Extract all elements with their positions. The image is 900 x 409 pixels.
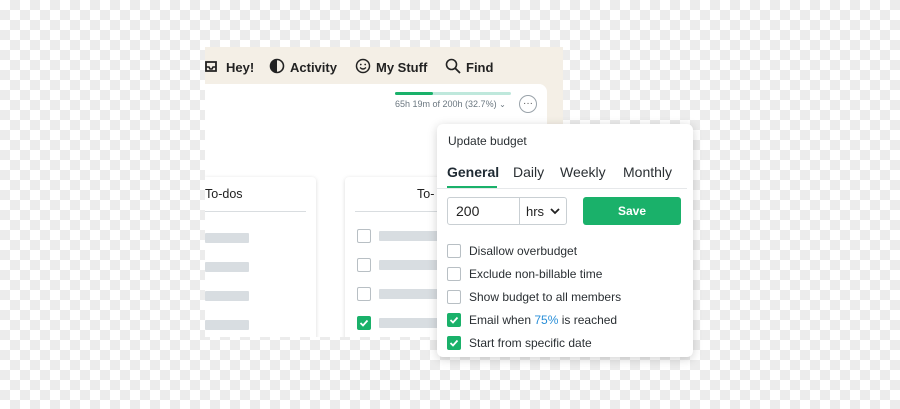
checkbox-checked[interactable] [447, 336, 461, 350]
todo-placeholder [379, 318, 439, 328]
top-nav: Hey! Activity My Stuff Find [205, 47, 563, 85]
option-label: Show budget to all members [469, 290, 622, 304]
todo-list-title: To-dos [205, 177, 306, 212]
budget-unit-select[interactable]: hrs [519, 197, 567, 225]
option-show-budget-members[interactable]: Show budget to all members [447, 290, 621, 304]
budget-tabs: General Daily Weekly Monthly [437, 158, 687, 188]
todo-placeholder [379, 289, 439, 299]
ellipsis-icon: ··· [523, 98, 533, 109]
todo-list-left: To-dos [205, 177, 316, 337]
save-button[interactable]: Save [583, 197, 681, 225]
update-budget-popover: Update budget General Daily Weekly Month… [437, 124, 693, 357]
checkbox[interactable] [357, 258, 371, 272]
checkbox[interactable] [447, 290, 461, 304]
list-item [205, 262, 249, 272]
table-row [357, 229, 439, 243]
option-label: Start from specific date [469, 336, 592, 350]
option-exclude-non-billable[interactable]: Exclude non-billable time [447, 267, 602, 281]
chevron-down-icon [550, 204, 560, 219]
nav-label: Hey! [226, 60, 255, 75]
activity-icon [269, 58, 285, 77]
nav-label: Find [466, 60, 494, 75]
list-item [205, 320, 249, 330]
option-start-specific-date[interactable]: Start from specific date [447, 336, 592, 350]
nav-item-hey[interactable]: Hey! [205, 58, 254, 77]
search-icon [445, 58, 461, 77]
nav-item-my-stuff[interactable]: My Stuff [355, 58, 427, 77]
table-row [357, 287, 439, 301]
option-label: Exclude non-billable time [469, 267, 603, 281]
tab-monthly[interactable]: Monthly [623, 164, 672, 180]
option-disallow-overbudget[interactable]: Disallow overbudget [447, 244, 577, 258]
checkbox-checked[interactable] [357, 316, 371, 330]
chevron-down-icon: ⌄ [499, 100, 506, 109]
checkbox[interactable] [447, 244, 461, 258]
progress-fill [395, 92, 433, 95]
check-icon [359, 319, 369, 327]
check-icon [449, 316, 459, 324]
budget-progress[interactable]: 65h 19m of 200h (32.7%) ⌄ [395, 92, 515, 109]
todo-placeholder [379, 260, 439, 270]
list-item [205, 233, 249, 243]
email-threshold-link[interactable]: 75% [534, 313, 558, 327]
popover-title: Update budget [448, 134, 527, 148]
checkbox[interactable] [357, 229, 371, 243]
inbox-icon [205, 58, 221, 77]
progress-track [395, 92, 511, 95]
more-options-button[interactable]: ··· [519, 95, 537, 113]
nav-label: My Stuff [376, 60, 428, 75]
unit-select-value: hrs [526, 203, 545, 219]
nav-item-activity[interactable]: Activity [269, 58, 337, 77]
todo-placeholder [379, 231, 439, 241]
option-label: Email when 75% is reached [469, 313, 618, 327]
check-icon [449, 339, 459, 347]
nav-label: Activity [290, 60, 337, 75]
checkbox-checked[interactable] [447, 313, 461, 327]
table-row [357, 258, 439, 272]
tab-general[interactable]: General [447, 164, 499, 180]
option-email-when-reached[interactable]: Email when 75% is reached [447, 313, 617, 327]
budget-hours-input[interactable] [447, 197, 520, 225]
checkbox[interactable] [357, 287, 371, 301]
nav-item-find[interactable]: Find [445, 58, 493, 77]
tab-daily[interactable]: Daily [513, 164, 544, 180]
list-item [205, 291, 249, 301]
tab-weekly[interactable]: Weekly [560, 164, 606, 180]
smiley-icon [355, 58, 371, 77]
table-row [357, 316, 439, 330]
progress-label: 65h 19m of 200h (32.7%) ⌄ [395, 99, 506, 109]
option-label: Disallow overbudget [469, 244, 578, 258]
tabs-divider [437, 188, 687, 189]
checkbox[interactable] [447, 267, 461, 281]
